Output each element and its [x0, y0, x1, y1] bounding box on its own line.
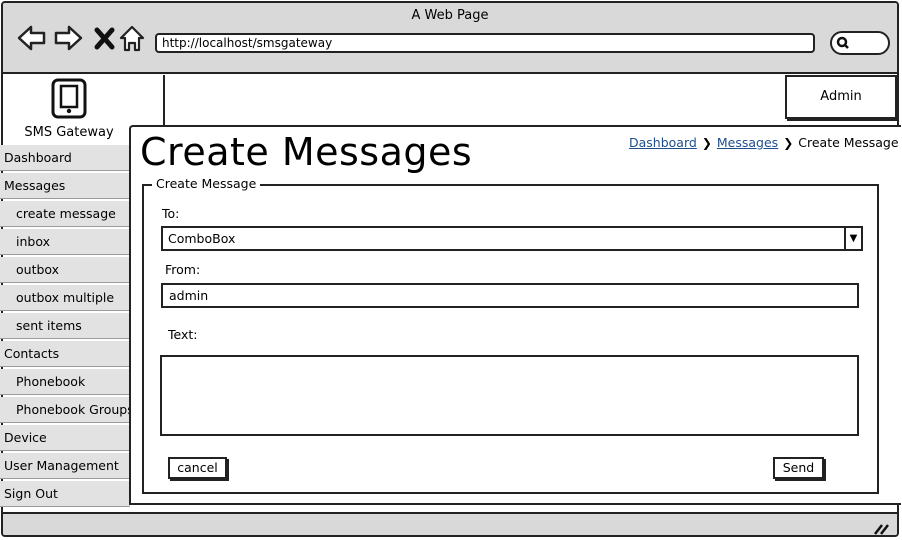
sidebar-item-inbox[interactable]: inbox: [0, 229, 130, 255]
brand-name: SMS Gateway: [24, 125, 114, 140]
breadcrumb-link-dashboard[interactable]: Dashboard: [629, 135, 697, 150]
chevron-right-icon: ❯: [783, 136, 794, 150]
breadcrumb: Dashboard ❯ Messages ❯ Create Message: [629, 135, 899, 150]
forward-arrow-icon[interactable]: [53, 23, 83, 53]
send-button[interactable]: Send: [773, 457, 824, 479]
breadcrumb-current: Create Message: [798, 135, 899, 150]
browser-toolbar: A Web Page http://localhost/smsgateway: [3, 3, 897, 74]
sidebar-item-phonebook[interactable]: Phonebook: [0, 369, 130, 395]
dropdown-arrow-icon[interactable]: ▼: [844, 228, 861, 249]
browser-status-bar: [3, 512, 897, 535]
from-field[interactable]: admin: [161, 283, 859, 308]
sidebar-item-user-management[interactable]: User Management: [0, 453, 130, 479]
sidebar-item-sign-out[interactable]: Sign Out: [0, 481, 130, 507]
sidebar-item-create-message[interactable]: create message: [0, 201, 130, 227]
window-title: A Web Page: [411, 8, 489, 23]
breadcrumb-link-messages[interactable]: Messages: [717, 135, 778, 150]
sidebar-item-messages[interactable]: Messages: [0, 173, 130, 199]
sidebar-item-device[interactable]: Device: [0, 425, 130, 451]
sidebar-item-outbox[interactable]: outbox: [0, 257, 130, 283]
chevron-right-icon: ❯: [701, 136, 712, 150]
sidebar-item-sent-items[interactable]: sent items: [0, 313, 130, 339]
to-label: To:: [162, 206, 180, 221]
sidebar-item-phonebook-groups[interactable]: Phonebook Groups: [0, 397, 130, 423]
to-combobox-value: ComboBox: [168, 231, 236, 246]
url-input[interactable]: http://localhost/smsgateway: [155, 33, 815, 53]
resize-grip-icon[interactable]: [873, 523, 889, 535]
sidebar-item-contacts[interactable]: Contacts: [0, 341, 130, 367]
sidebar: Dashboard Messages create message inbox …: [0, 145, 130, 509]
browser-search-field[interactable]: [830, 31, 890, 55]
sidebar-item-dashboard[interactable]: Dashboard: [0, 145, 130, 171]
home-icon[interactable]: [117, 23, 147, 53]
from-label: From:: [165, 262, 201, 277]
message-textarea[interactable]: [160, 355, 859, 436]
sidebar-item-outbox-multiple[interactable]: outbox multiple: [0, 285, 130, 311]
page-title: Create Messages: [140, 130, 473, 174]
back-arrow-icon[interactable]: [17, 23, 47, 53]
to-combobox[interactable]: ComboBox ▼: [161, 226, 863, 251]
mobile-phone-icon: [51, 78, 87, 119]
admin-button[interactable]: Admin: [785, 75, 897, 119]
fieldset-legend: Create Message: [152, 176, 261, 191]
cancel-button[interactable]: cancel: [168, 457, 227, 479]
search-icon: [836, 36, 849, 49]
text-label: Text:: [168, 327, 198, 342]
